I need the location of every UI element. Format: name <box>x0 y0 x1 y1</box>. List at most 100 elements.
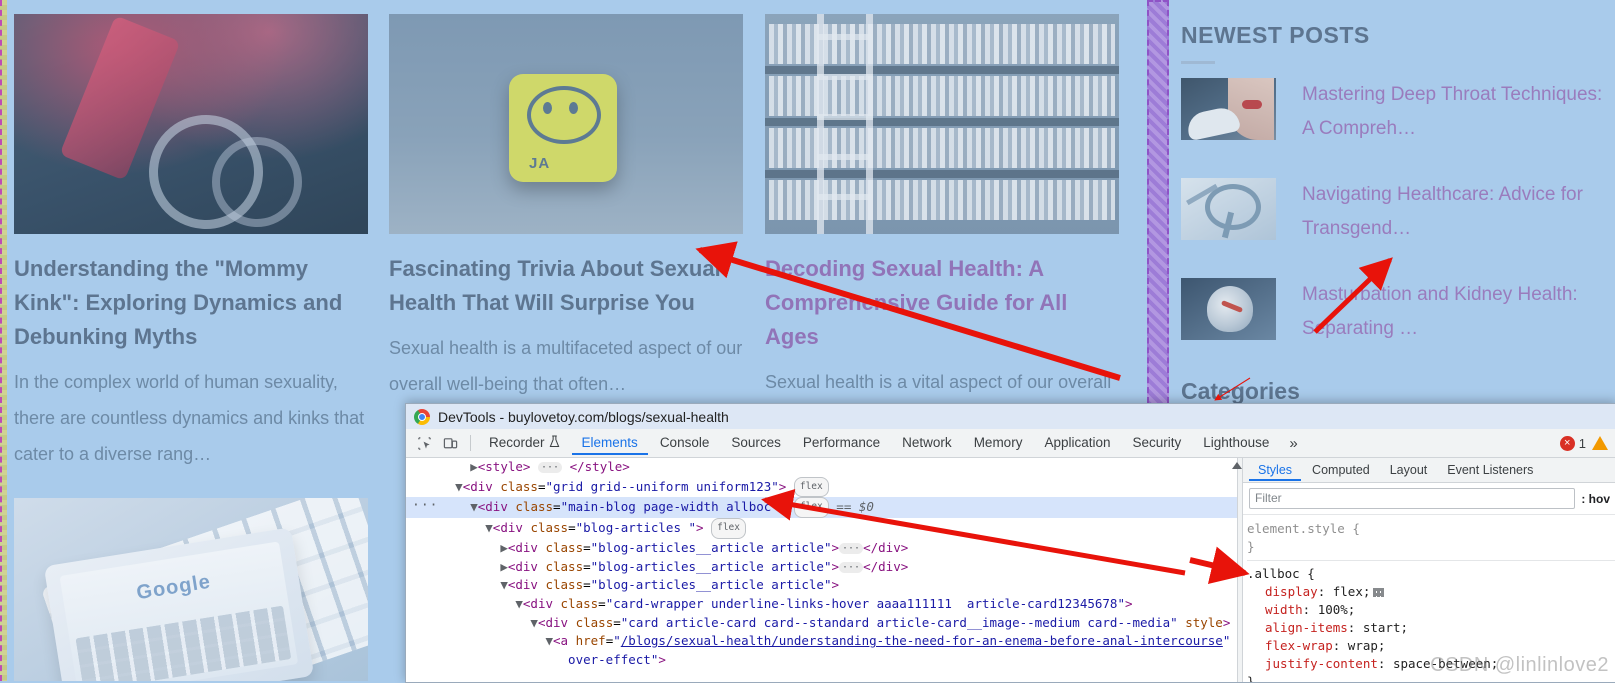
styles-filter-bar[interactable]: Filter : hov <box>1243 483 1615 515</box>
devtools-status-area[interactable]: × 1 <box>1559 435 1608 451</box>
css-selector: element.style { <box>1247 521 1360 536</box>
post-title[interactable]: Mastering Deep Throat Techniques: A Comp… <box>1302 78 1615 146</box>
tab-elements[interactable]: Elements <box>572 431 648 455</box>
css-selector: .allboc { <box>1247 566 1315 581</box>
dom-node[interactable]: ▶<style> ··· </style> <box>406 458 1237 477</box>
article-card-3[interactable]: Decoding Sexual Health: A Comprehensive … <box>765 14 1119 436</box>
tab-recorder-label: Recorder <box>489 435 545 450</box>
article-thumbnail-dice[interactable]: JA <box>389 14 743 234</box>
css-declaration[interactable]: flex-wrap: wrap; <box>1247 637 1615 655</box>
divider <box>470 435 471 451</box>
newest-posts-heading: NEWEST POSTS <box>1181 22 1370 48</box>
flex-grid-icon[interactable] <box>1373 588 1385 597</box>
article-card-2[interactable]: JA Fascinating Trivia About Sexual Healt… <box>389 14 743 402</box>
article-title[interactable]: Understanding the "Mommy Kink": Explorin… <box>14 252 368 354</box>
css-value[interactable]: start; <box>1363 620 1408 635</box>
css-declaration[interactable]: display: flex; <box>1247 583 1615 601</box>
tab-computed[interactable]: Computed <box>1303 460 1379 481</box>
watermark: CSDN @linlinlove2 <box>1430 654 1609 676</box>
tab-layout[interactable]: Layout <box>1381 460 1437 481</box>
devtools-body: ▶<style> ··· </style> ▼<div class="grid … <box>406 458 1615 682</box>
decor-shape <box>543 102 552 114</box>
css-declaration[interactable]: align-items: start; <box>1247 619 1615 637</box>
dom-node[interactable]: ▼<div class="card-wrapper underline-link… <box>406 595 1237 614</box>
styles-filter-input[interactable]: Filter <box>1249 488 1576 509</box>
hov-toggle[interactable]: : hov <box>1581 492 1610 506</box>
flask-icon <box>549 434 560 451</box>
devtools-window[interactable]: DevTools - buylovetoy.com/blogs/sexual-h… <box>405 403 1615 683</box>
tab-network[interactable]: Network <box>892 431 962 455</box>
tab-application[interactable]: Application <box>1034 431 1120 455</box>
tab-recorder[interactable]: Recorder <box>479 431 570 456</box>
decor-shape <box>569 102 578 114</box>
devtools-tab-bar[interactable]: Recorder Elements Console Sources Perfor… <box>406 429 1615 458</box>
article-card-4[interactable]: Google <box>14 498 368 681</box>
tab-console[interactable]: Console <box>650 431 720 455</box>
chrome-logo-icon <box>414 408 430 425</box>
article-thumbnail-laptop[interactable]: Google <box>14 498 368 681</box>
list-item[interactable]: Masturbation and Kidney Health: Separati… <box>1181 278 1615 346</box>
node-menu-icon[interactable]: ··· <box>412 497 438 516</box>
divider <box>1247 560 1615 561</box>
css-rule-element-style[interactable]: element.style { } <box>1247 519 1615 557</box>
device-toolbar-icon[interactable] <box>438 432 462 454</box>
decor-shape: Google <box>43 527 315 681</box>
devtools-window-title: DevTools - buylovetoy.com/blogs/sexual-h… <box>438 408 729 425</box>
post-thumbnail[interactable] <box>1181 278 1276 340</box>
css-value[interactable]: wrap; <box>1348 638 1386 653</box>
post-thumbnail[interactable] <box>1181 78 1276 140</box>
tab-performance[interactable]: Performance <box>793 431 890 455</box>
dom-node[interactable]: ▶<div class="blog-articles__article arti… <box>406 539 1237 558</box>
dom-node[interactable]: ▼<div class="blog-articles "> flex <box>406 518 1237 539</box>
tab-sources[interactable]: Sources <box>721 431 791 455</box>
list-item[interactable]: Navigating Healthcare: Advice for Transg… <box>1181 178 1615 246</box>
tab-event-listeners[interactable]: Event Listeners <box>1438 460 1542 481</box>
css-value[interactable]: 100%; <box>1318 602 1356 617</box>
inspect-element-icon[interactable] <box>412 432 436 454</box>
css-property[interactable]: flex-wrap <box>1247 638 1333 653</box>
tab-memory[interactable]: Memory <box>964 431 1033 455</box>
dom-node[interactable]: ▼<div class="card article-card card--sta… <box>406 614 1237 633</box>
article-title[interactable]: Fascinating Trivia About Sexual Health T… <box>389 252 743 320</box>
dom-node-selected[interactable]: ··· ▼<div class="main-blog page-width al… <box>406 497 1237 519</box>
more-tabs-icon[interactable]: » <box>1281 435 1305 452</box>
scroll-up-icon[interactable] <box>1232 462 1242 469</box>
decor-shape: Google <box>134 570 213 605</box>
tab-security[interactable]: Security <box>1123 431 1192 455</box>
tab-styles[interactable]: Styles <box>1249 460 1301 481</box>
styles-tab-bar[interactable]: Styles Computed Layout Event Listeners <box>1243 458 1615 483</box>
css-property[interactable]: display <box>1247 584 1318 599</box>
panel-splitter[interactable] <box>1232 458 1243 682</box>
decor-shape <box>212 137 303 228</box>
article-thumbnail-bookshelf[interactable] <box>765 14 1119 234</box>
css-property[interactable]: justify-content <box>1247 656 1378 671</box>
dom-node[interactable]: ▶<div class="blog-articles__article arti… <box>406 558 1237 577</box>
article-card-1[interactable]: Understanding the "Mommy Kink": Explorin… <box>14 14 368 472</box>
css-value[interactable]: flex; <box>1333 584 1371 599</box>
dom-node[interactable]: ▼<div class="blog-articles__article arti… <box>406 576 1237 595</box>
post-thumbnail[interactable] <box>1181 178 1276 240</box>
css-property[interactable]: align-items <box>1247 620 1348 635</box>
smiley-face-icon <box>527 86 601 144</box>
css-declaration[interactable]: width: 100%; <box>1247 601 1615 619</box>
post-title[interactable]: Navigating Healthcare: Advice for Transg… <box>1302 178 1615 246</box>
tab-lighthouse[interactable]: Lighthouse <box>1193 431 1279 455</box>
decor-shape <box>817 14 873 234</box>
dom-node[interactable]: ▼<div class="grid grid--uniform uniform1… <box>406 476 1237 498</box>
categories-heading: Categories <box>1181 378 1300 404</box>
devtools-title-bar: DevTools - buylovetoy.com/blogs/sexual-h… <box>406 404 1615 429</box>
styles-panel[interactable]: Styles Computed Layout Event Listeners F… <box>1243 458 1615 682</box>
dom-node[interactable]: over-effect"> <box>406 651 1237 670</box>
article-thumbnail-handcuffs[interactable] <box>14 14 368 234</box>
css-property[interactable]: width <box>1247 602 1303 617</box>
css-rule-close: } <box>1247 539 1255 554</box>
list-item[interactable]: Mastering Deep Throat Techniques: A Comp… <box>1181 78 1615 146</box>
post-title[interactable]: Masturbation and Kidney Health: Separati… <box>1302 278 1615 346</box>
dice-cube-shape: JA <box>509 74 617 182</box>
dom-node[interactable]: ▼<a href="/blogs/sexual-health/understan… <box>406 632 1237 651</box>
dom-tree-panel[interactable]: ▶<style> ··· </style> ▼<div class="grid … <box>406 458 1237 682</box>
warning-icon[interactable] <box>1592 436 1608 450</box>
error-icon[interactable]: × <box>1559 435 1575 451</box>
article-title[interactable]: Decoding Sexual Health: A Comprehensive … <box>765 252 1119 354</box>
article-excerpt: Sexual health is a multifaceted aspect o… <box>389 338 743 394</box>
